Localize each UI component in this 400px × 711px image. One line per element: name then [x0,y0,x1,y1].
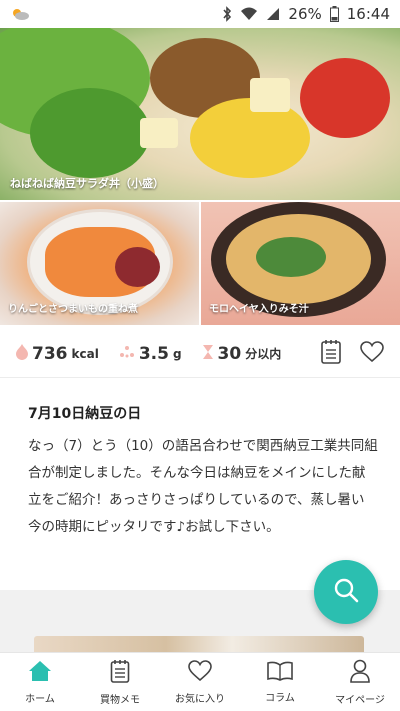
status-left [10,7,30,21]
battery-percent: 26% [288,5,322,23]
article: 7月10日納豆の日 なっ（7）とう（10）の語呂合わせで関西納豆工業共同組合が制… [28,403,378,541]
status-bar: 26% 16:44 [0,0,400,28]
moroheiya-shape [256,237,326,277]
article-title: 7月10日納豆の日 [28,406,142,422]
nav-column[interactable]: コラム [240,653,320,711]
side-recipe-card-1[interactable]: りんごとさつまいもの重ね煮 [0,202,199,325]
next-card-preview[interactable] [34,636,364,652]
hourglass-icon [202,344,214,364]
nav-home[interactable]: ホーム [0,653,80,711]
nav-favorites[interactable]: お気に入り [160,653,240,711]
nav-shopping-label: 買物メモ [100,694,140,706]
shopping-memo-icon[interactable] [320,339,342,369]
home-icon [28,660,52,686]
bottom-nav: ホーム 買物メモ お気に入り コラム マイページ [0,652,400,711]
article-body: なっ（7）とう（10）の語呂合わせで関西納豆工業共同組合が制定しました。そんな今… [28,438,378,535]
signal-icon [266,7,280,21]
salt-unit: g [172,346,182,361]
nav-mypage-label: マイページ [335,694,385,706]
search-icon [333,577,359,607]
okra-shape [30,88,150,178]
side-recipe-card-2[interactable]: モロヘイヤ入りみそ汁 [201,202,400,325]
sweet-potato-shape [115,247,160,287]
calories-value: 736 [32,343,68,364]
side-recipe-caption-1: りんごとさつまいもの重ね煮 [8,304,138,315]
nav-column-label: コラム [265,692,295,704]
bluetooth-icon [222,6,232,22]
main-recipe-caption: ねばねば納豆サラダ丼（小盛） [10,177,164,190]
main-recipe-card[interactable]: ねばねば納豆サラダ丼（小盛） [0,28,400,200]
time-value: 30 [217,343,242,364]
calories-unit: kcal [71,346,99,361]
book-icon [267,661,293,685]
memo-icon [110,659,130,687]
wifi-icon [240,7,258,21]
flame-icon [16,343,28,364]
cheese-shape [140,118,178,148]
side-recipe-caption-2: モロヘイヤ入りみそ汁 [209,304,309,315]
salt-value: 3.5 [138,343,169,364]
status-right: 26% 16:44 [222,5,390,23]
battery-icon [329,6,339,22]
search-button[interactable] [314,560,378,624]
time-info: 30 分以内 [202,343,282,364]
favorite-heart-icon[interactable] [360,340,384,367]
user-icon [349,659,371,687]
nutrition-row: 736 kcal 3.5 g 30 分以内 [0,330,400,378]
nav-favorites-label: お気に入り [175,693,225,705]
recipe-actions [320,339,384,369]
status-time: 16:44 [346,5,390,23]
heart-icon [188,659,212,686]
salt-info: 3.5 g [119,344,182,364]
time-unit: 分以内 [245,347,282,361]
salt-icon [119,344,135,363]
cheese-shape [250,78,290,112]
nav-shopping-memo[interactable]: 買物メモ [80,653,160,711]
calories-info: 736 kcal [16,343,99,364]
nav-home-label: ホーム [25,693,55,705]
weather-icon [10,7,30,21]
nav-mypage[interactable]: マイページ [320,653,400,711]
tomato-shape [300,58,390,138]
